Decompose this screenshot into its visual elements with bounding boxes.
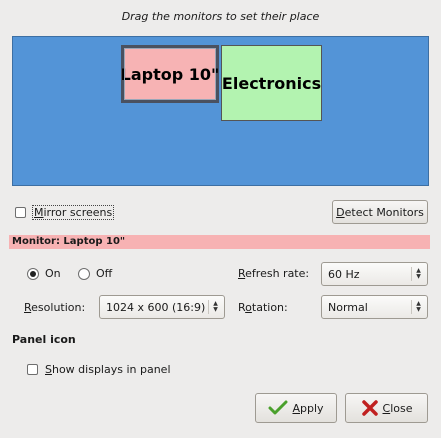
refresh-rate-select[interactable]: 60 Hz ▲ ▼ — [321, 262, 428, 286]
power-on-option[interactable]: On — [27, 267, 61, 280]
refresh-rate-label: Refresh rate: — [238, 267, 310, 280]
power-off-radio[interactable] — [78, 267, 90, 280]
monitor-laptop[interactable]: Laptop 10" — [121, 45, 219, 103]
rotation-select[interactable]: Normal ▲ ▼ — [321, 295, 428, 319]
apply-button[interactable]: Apply — [255, 393, 337, 423]
chevron-updown-icon: ▲ ▼ — [411, 300, 423, 314]
chevron-updown-icon: ▲ ▼ — [208, 300, 220, 314]
rotation-value: Normal — [328, 300, 368, 314]
detect-monitors-button[interactable]: Detect Monitors — [332, 200, 428, 224]
chevron-updown-icon: ▲ ▼ — [411, 267, 423, 281]
resolution-value: 1024 x 600 (16:9) — [106, 300, 206, 314]
power-off-label: Off — [96, 267, 113, 280]
mirror-screens-option[interactable]: Mirror screens — [15, 205, 115, 220]
checkmark-icon — [268, 400, 288, 416]
panel-icon-title: Panel icon — [12, 333, 76, 346]
monitor-electronics[interactable]: Electronics — [221, 45, 322, 121]
rotation-label: Rotation: — [238, 301, 288, 314]
monitor-arrangement-area[interactable]: Laptop 10" Electronics — [12, 36, 429, 186]
mirror-screens-checkbox[interactable] — [15, 207, 26, 218]
close-icon — [361, 399, 379, 417]
power-off-option[interactable]: Off — [78, 267, 112, 280]
show-displays-label: Show displays in panel — [45, 363, 171, 376]
refresh-rate-value: 60 Hz — [328, 267, 360, 281]
power-on-radio[interactable] — [27, 267, 39, 280]
power-on-label: On — [45, 267, 61, 280]
resolution-select[interactable]: 1024 x 600 (16:9) ▲ ▼ — [99, 295, 225, 319]
monitor-section-title: Monitor: Laptop 10" — [9, 235, 430, 249]
resolution-label: Resolution: — [24, 301, 86, 314]
close-button[interactable]: Close — [345, 393, 428, 423]
show-displays-option[interactable]: Show displays in panel — [27, 363, 171, 376]
mirror-screens-label: Mirror screens — [32, 205, 115, 220]
show-displays-checkbox[interactable] — [27, 364, 38, 375]
arrange-instruction: Drag the monitors to set their place — [121, 10, 320, 23]
